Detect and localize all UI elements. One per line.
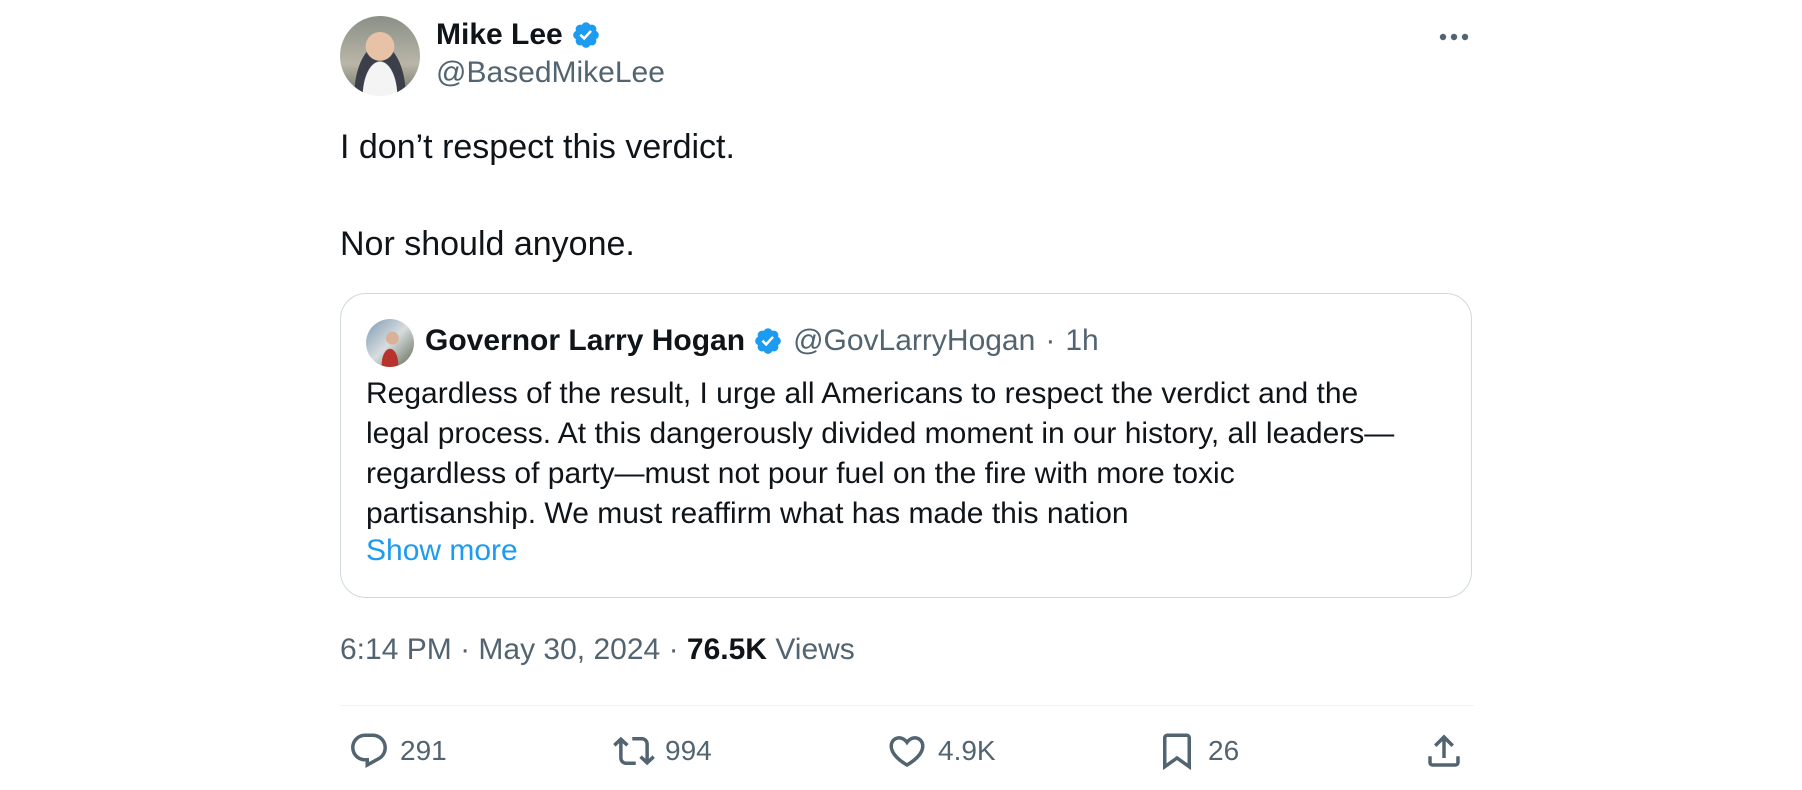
meta-separator: · — [668, 633, 679, 666]
retweet-button[interactable]: 994 — [613, 730, 712, 772]
more-options-icon[interactable] — [1434, 22, 1474, 52]
quoted-tweet[interactable]: Governor Larry Hogan @GovLarryHogan · 1h… — [340, 293, 1472, 598]
quoted-author-name[interactable]: Governor Larry Hogan — [425, 324, 745, 358]
verified-badge-icon — [755, 328, 781, 354]
quoted-text-line: regardless of party—must not pour fuel o… — [366, 457, 1235, 490]
quoted-text-line: legal process. At this dangerously divid… — [366, 417, 1395, 450]
tweet-text-line2: Nor should anyone. — [340, 225, 635, 263]
verified-badge-icon — [572, 22, 599, 48]
reply-count: 291 — [400, 735, 447, 766]
reply-icon — [351, 733, 387, 768]
tweet-date[interactable]: May 30, 2024 — [478, 633, 660, 666]
quoted-author-handle[interactable]: @GovLarryHogan — [793, 324, 1035, 358]
author-name[interactable]: Mike Lee — [436, 18, 563, 52]
bookmark-icon — [1163, 733, 1191, 771]
author-handle[interactable]: @BasedMikeLee — [436, 56, 665, 90]
quoted-header: Governor Larry Hogan @GovLarryHogan · 1h — [425, 324, 1099, 358]
quoted-text: Regardless of the result, I urge all Ame… — [366, 374, 1456, 534]
quoted-separator: · — [1045, 324, 1056, 357]
tweet-text-line1: I don’t respect this verdict. — [340, 128, 735, 166]
avatar[interactable] — [340, 16, 420, 96]
retweet-icon — [613, 736, 655, 766]
tweet: Mike Lee @BasedMikeLee I don’t respect t… — [340, 0, 1474, 790]
quoted-text-line: Regardless of the result, I urge all Ame… — [366, 377, 1359, 410]
views-count: 76.5K — [686, 633, 767, 666]
tweet-time[interactable]: 6:14 PM — [340, 633, 452, 666]
like-button[interactable]: 4.9K — [886, 730, 996, 772]
action-bar: 291 994 4.9K 26 — [340, 730, 1474, 780]
share-icon — [1428, 734, 1460, 767]
views-label: Views — [775, 633, 855, 666]
bookmark-button[interactable]: 26 — [1156, 730, 1239, 772]
quoted-text-line: partisanship. We must reaffirm what has … — [366, 497, 1129, 530]
like-count: 4.9K — [938, 735, 996, 766]
tweet-meta: 6:14 PM · May 30, 2024 · 76.5K Views — [340, 633, 855, 667]
author-name-row: Mike Lee — [436, 18, 601, 52]
quoted-avatar[interactable] — [366, 319, 414, 367]
share-button[interactable] — [1423, 730, 1465, 772]
retweet-count: 994 — [665, 735, 712, 766]
meta-separator: · — [460, 633, 471, 666]
heart-icon — [889, 736, 925, 768]
bookmark-count: 26 — [1208, 735, 1240, 766]
show-more-link[interactable]: Show more — [366, 534, 518, 568]
divider — [340, 705, 1474, 706]
quoted-time[interactable]: 1h — [1065, 324, 1098, 358]
reply-button[interactable]: 291 — [348, 730, 447, 772]
